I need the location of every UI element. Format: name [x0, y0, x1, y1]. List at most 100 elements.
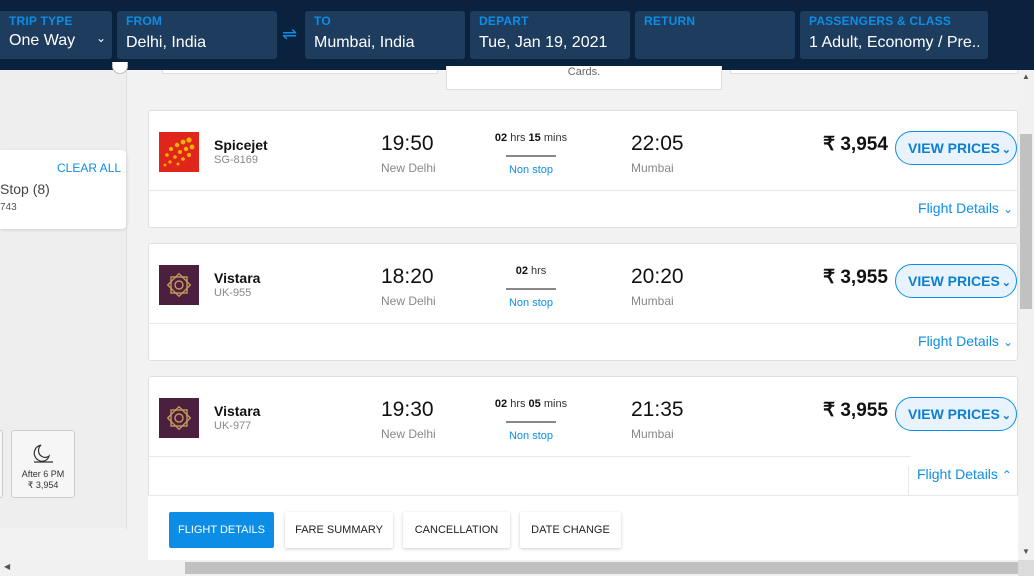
chevron-down-icon: ⌄ [1002, 335, 1013, 349]
to-label: TO [314, 14, 331, 28]
arrival-city: Mumbai [631, 427, 674, 441]
flight-details-toggle[interactable]: Flight Details ⌄ [918, 200, 1013, 216]
scrollbar-corner [1018, 560, 1034, 576]
trip-type-select[interactable]: TRIP TYPE One Way ⌄ [0, 11, 112, 59]
time-option-after-6pm[interactable]: After 6 PM ₹ 3,954 [11, 430, 75, 498]
duration: 02 hrs [481, 265, 581, 277]
offer-card-right [730, 70, 1018, 74]
departure-city: New Delhi [381, 294, 436, 308]
tab-fare-summary[interactable]: FARE SUMMARY [285, 512, 393, 548]
flight-code: UK-977 [214, 420, 252, 432]
flight-details-label: Flight Details [918, 200, 999, 216]
stops-info: Non stop [508, 297, 554, 309]
time-option-previous[interactable] [0, 430, 3, 498]
airline-name: Vistara [214, 403, 261, 419]
view-prices-button[interactable]: VIEW PRICES ⌄ [895, 264, 1017, 298]
vertical-scroll-thumb[interactable] [1020, 134, 1032, 309]
depart-label: DEPART [479, 14, 529, 28]
to-value: Mumbai, India [314, 34, 415, 51]
vistara-logo-icon [159, 398, 199, 438]
chevron-down-icon: ⌄ [1001, 410, 1012, 422]
passengers-value: 1 Adult, Economy / Pre... [809, 34, 979, 51]
view-prices-button[interactable]: VIEW PRICES ⌄ [895, 131, 1017, 165]
to-field[interactable]: TO Mumbai, India [305, 11, 465, 59]
flight-details-label: Flight Details [918, 333, 999, 349]
arrival-city: Mumbai [631, 294, 674, 308]
duration-line [506, 421, 556, 423]
flight-details-toggle[interactable]: Flight Details ⌃ [908, 466, 1017, 496]
return-label: RETURN [644, 14, 696, 28]
departure-time: 19:30 [381, 398, 434, 421]
chevron-down-icon: ⌄ [1002, 202, 1013, 216]
vistara-logo-icon [159, 265, 199, 305]
arrival-city: Mumbai [631, 161, 674, 175]
chevron-down-icon: ⌄ [1001, 277, 1012, 289]
flight-price: ₹ 3,955 [823, 267, 888, 288]
stops-info: Non stop [508, 164, 554, 176]
flight-price: ₹ 3,955 [823, 400, 888, 421]
chevron-down-icon: ⌄ [1001, 144, 1012, 156]
from-field[interactable]: FROM Delhi, India [117, 11, 277, 59]
duration-minutes-unit: mins [543, 132, 568, 144]
flight-card: Spicejet SG-8169 19:50 New Delhi 02 hrs … [148, 110, 1019, 228]
offer-card-middle: Cards. [446, 66, 722, 90]
tab-flight-details[interactable]: FLIGHT DETAILS [169, 512, 274, 548]
swap-icon[interactable]: ⇌ [282, 24, 297, 45]
scroll-down-icon[interactable]: ▼ [1022, 547, 1030, 556]
tab-cancellation[interactable]: CANCELLATION [403, 512, 510, 548]
flight-code: SG-8169 [214, 154, 259, 166]
stop-filter-price: 743 [0, 202, 17, 213]
clear-all-link[interactable]: CLEAR ALL [57, 161, 121, 175]
arrival-time: 20:20 [631, 265, 684, 288]
airline-name: Spicejet [214, 137, 268, 153]
arrival-time: 22:05 [631, 132, 684, 155]
duration-hours-unit: hrs [531, 265, 547, 277]
passengers-class-field[interactable]: PASSENGERS & CLASS 1 Adult, Economy / Pr… [800, 11, 988, 59]
duration: 02 hrs 05 mins [481, 398, 581, 410]
vertical-scrollbar[interactable]: ▲ ▼ [1018, 70, 1034, 560]
flight-card: Vistara UK-955 18:20 New Delhi 02 hrs No… [148, 243, 1019, 361]
stops-info: Non stop [508, 430, 554, 442]
duration-minutes: 05 [528, 398, 541, 410]
duration-hours-unit: hrs [510, 398, 526, 410]
horizontal-scroll-thumb[interactable] [185, 562, 1018, 574]
moon-icon [33, 444, 53, 463]
duration-hours: 02 [494, 398, 508, 410]
stop-filter-label[interactable]: Stop (8) [0, 181, 50, 197]
depart-field[interactable]: DEPART Tue, Jan 19, 2021 [470, 11, 630, 59]
trip-type-label: TRIP TYPE [9, 14, 73, 28]
scroll-up-icon[interactable]: ▲ [1022, 72, 1030, 81]
time-option-price: ₹ 3,954 [27, 480, 59, 490]
horizontal-scrollbar[interactable]: ◀ [0, 560, 1018, 576]
duration-hours: 02 [494, 132, 508, 144]
flight-details-tabs: FLIGHT DETAILS FARE SUMMARY CANCELLATION… [148, 495, 1018, 565]
spicejet-logo-icon [159, 132, 199, 172]
from-label: FROM [126, 14, 163, 28]
flight-price: ₹ 3,954 [823, 134, 888, 155]
flight-code: UK-955 [214, 287, 252, 299]
from-value: Delhi, India [126, 34, 207, 51]
view-prices-label: VIEW PRICES [908, 406, 1000, 422]
airline-name: Vistara [214, 270, 261, 286]
scroll-left-icon[interactable]: ◀ [4, 562, 10, 571]
view-prices-label: VIEW PRICES [908, 273, 1000, 289]
arrival-time: 21:35 [631, 398, 684, 421]
duration-minutes: 15 [528, 132, 541, 144]
view-prices-button[interactable]: VIEW PRICES ⌄ [895, 397, 1017, 431]
tab-date-change[interactable]: DATE CHANGE [520, 512, 621, 548]
duration-hours: 02 [515, 265, 528, 277]
return-field[interactable]: RETURN [635, 11, 795, 59]
trip-type-value: One Way [9, 32, 76, 49]
offer-card-text: Cards. [567, 66, 601, 78]
duration-hours-unit: hrs [510, 132, 526, 144]
offer-card-left [162, 70, 438, 74]
departure-time: 18:20 [381, 265, 434, 288]
flight-details-toggle[interactable]: Flight Details ⌄ [918, 333, 1013, 349]
duration-minutes-unit: mins [543, 398, 568, 410]
chevron-up-icon: ⌃ [1001, 468, 1012, 482]
chevron-down-icon: ⌄ [95, 31, 106, 45]
departure-time: 19:50 [381, 132, 434, 155]
depart-value: Tue, Jan 19, 2021 [479, 34, 608, 51]
duration: 02 hrs 15 mins [481, 132, 581, 144]
card-divider [149, 456, 911, 457]
